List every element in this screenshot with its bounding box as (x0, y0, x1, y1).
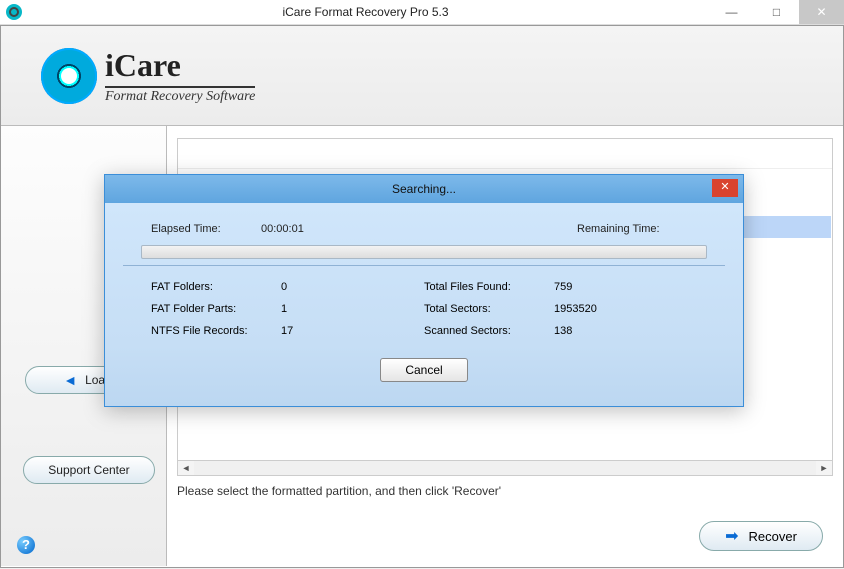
close-icon: ✕ (720, 181, 729, 193)
elapsed-label: Elapsed Time: (151, 223, 261, 235)
searching-dialog: Searching... ✕ Elapsed Time: 00:00:01 Re… (104, 174, 744, 407)
stat-value: 17 (281, 325, 424, 337)
close-icon: ✕ (816, 5, 826, 19)
help-icon[interactable]: ? (17, 536, 35, 554)
stat-label: FAT Folders: (151, 281, 281, 293)
maximize-icon: □ (773, 5, 780, 19)
time-row: Elapsed Time: 00:00:01 Remaining Time: (123, 215, 725, 245)
arrow-right-icon: ➡ (725, 526, 738, 546)
progress-bar (141, 245, 707, 259)
support-label: Support Center (48, 463, 129, 477)
stat-value: 1953520 (554, 303, 697, 315)
stat-scanned-sectors: Scanned Sectors: 138 (424, 320, 697, 342)
logo-brand: iCare (105, 47, 255, 86)
instruction-text: Please select the formatted partition, a… (177, 484, 501, 498)
stats-grid: FAT Folders: 0 FAT Folder Parts: 1 NTFS … (123, 276, 725, 342)
minimize-icon: — (726, 5, 738, 19)
stats-right: Total Files Found: 759 Total Sectors: 19… (424, 276, 697, 342)
window-title: iCare Format Recovery Pro 5.3 (22, 5, 709, 19)
recover-label: Recover (748, 529, 796, 544)
window-controls: — □ ✕ (709, 0, 844, 24)
divider (123, 265, 725, 266)
scroll-right-icon[interactable]: ► (816, 461, 832, 475)
horizontal-scrollbar[interactable]: ◄ ► (177, 460, 833, 476)
stat-value: 1 (281, 303, 424, 315)
stat-label: NTFS File Records: (151, 325, 281, 337)
maximize-button[interactable]: □ (754, 0, 799, 24)
logo-subtitle: Format Recovery Software (105, 86, 255, 105)
dialog-title: Searching... (105, 182, 743, 196)
app-icon (6, 4, 22, 20)
scroll-left-icon[interactable]: ◄ (178, 461, 194, 475)
logo-text: iCare Format Recovery Software (105, 47, 255, 105)
minimize-button[interactable]: — (709, 0, 754, 24)
close-button[interactable]: ✕ (799, 0, 844, 24)
stat-fat-folders: FAT Folders: 0 (151, 276, 424, 298)
support-center-button[interactable]: Support Center (23, 456, 155, 484)
stat-value: 759 (554, 281, 697, 293)
list-header (178, 139, 832, 169)
recover-button[interactable]: ➡ Recover (699, 521, 823, 551)
stat-label: Total Files Found: (424, 281, 554, 293)
elapsed-value: 00:00:01 (261, 223, 381, 235)
stat-value: 138 (554, 325, 697, 337)
app-frame: iCare Format Recovery Software ◄ Load Su… (0, 25, 844, 568)
stat-total-files: Total Files Found: 759 (424, 276, 697, 298)
stat-total-sectors: Total Sectors: 1953520 (424, 298, 697, 320)
arrow-left-icon: ◄ (63, 372, 77, 388)
stat-value: 0 (281, 281, 424, 293)
window-titlebar: iCare Format Recovery Pro 5.3 — □ ✕ (0, 0, 844, 25)
cancel-button[interactable]: Cancel (380, 358, 468, 382)
stats-left: FAT Folders: 0 FAT Folder Parts: 1 NTFS … (151, 276, 424, 342)
stat-label: FAT Folder Parts: (151, 303, 281, 315)
dialog-titlebar[interactable]: Searching... ✕ (105, 175, 743, 203)
stat-label: Total Sectors: (424, 303, 554, 315)
scroll-track[interactable] (194, 461, 816, 475)
dialog-close-button[interactable]: ✕ (712, 179, 738, 197)
dialog-body: Elapsed Time: 00:00:01 Remaining Time: F… (105, 203, 743, 406)
stat-fat-folder-parts: FAT Folder Parts: 1 (151, 298, 424, 320)
logo-disc-icon (41, 48, 97, 104)
logo: iCare Format Recovery Software (41, 47, 255, 105)
header: iCare Format Recovery Software (1, 26, 843, 126)
dialog-footer: Cancel (123, 342, 725, 390)
stat-ntfs-records: NTFS File Records: 17 (151, 320, 424, 342)
stat-label: Scanned Sectors: (424, 325, 554, 337)
remaining-label: Remaining Time: (577, 223, 697, 235)
